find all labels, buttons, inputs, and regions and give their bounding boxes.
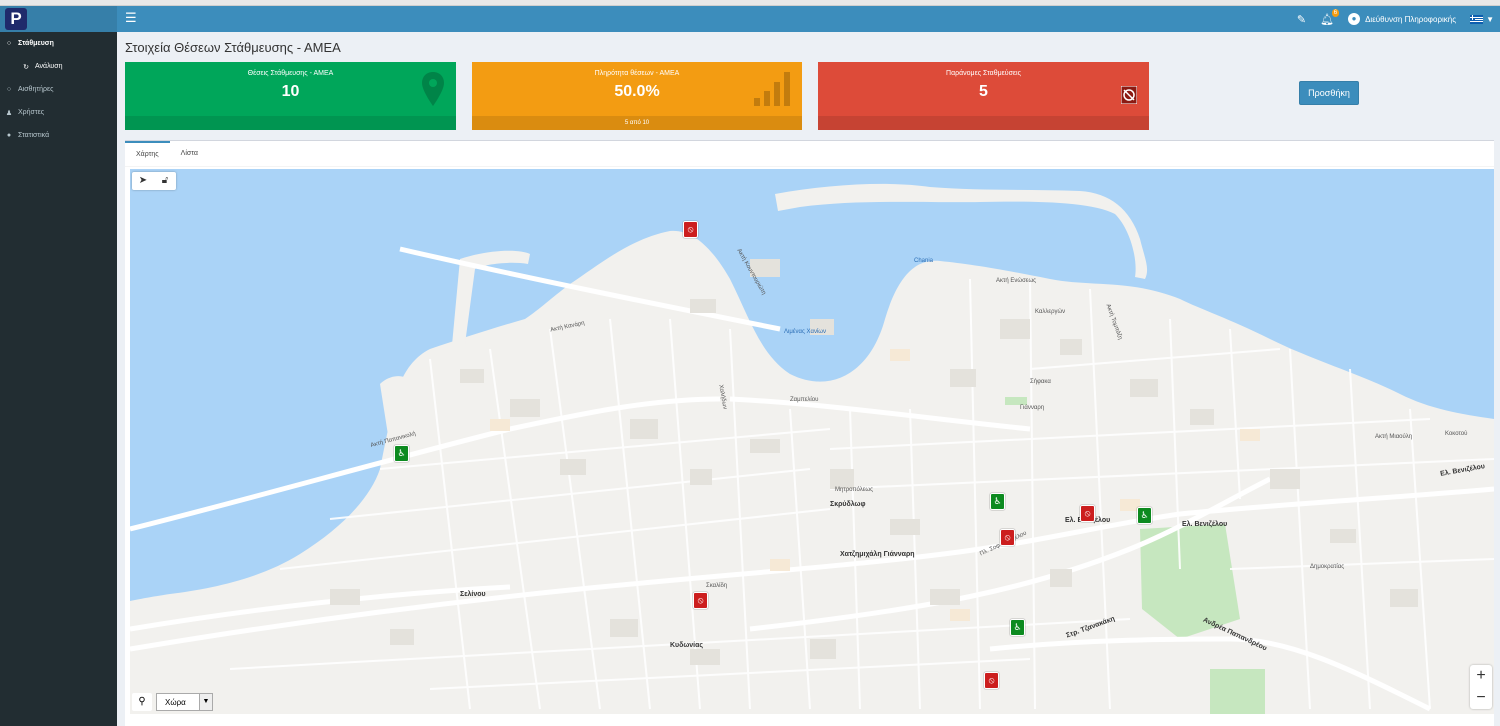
map-bottom-controls: ⚲ Χώρα ▼ (132, 693, 213, 711)
street-label: Ακτή Μιαούλη (1375, 434, 1413, 440)
refresh-icon: ↻ (23, 63, 29, 71)
stat-label: Παράνομες Σταθμεύσεις (946, 70, 1021, 77)
sidebar-item-label: Ανάλυση (35, 63, 63, 70)
free-parking-marker[interactable]: ♿︎ (990, 493, 1005, 510)
sidebar-item-label: Αισθητήρες (18, 86, 54, 93)
sidebar-item-parking[interactable]: ○ Στάθμευση (0, 32, 117, 55)
street-label: Ακτή Ενώσεως (996, 278, 1037, 284)
map-base (130, 169, 1494, 714)
page-title: Στοιχεία Θέσεων Στάθμευσης - ΑΜΕΑ (125, 40, 341, 55)
flag-icon (1470, 14, 1484, 24)
notifications-button[interactable]: 🔔︎ 6 (1320, 8, 1340, 26)
sidebar: ○ Στάθμευση ↻ Ανάλυση ○ Αισθητήρες ♟ Χρή… (0, 32, 117, 726)
illegal-parking-marker[interactable]: ⦸ (693, 592, 708, 609)
street-label: Σελίνου (460, 591, 486, 598)
circle-icon: ○ (6, 40, 12, 47)
region-select-value: Χώρα (165, 697, 186, 707)
sidebar-item-label: Στάθμευση (18, 40, 54, 47)
eraser-icon[interactable]: ✎ (1297, 13, 1306, 26)
stat-footer (818, 116, 1149, 130)
stat-label: Θέσεις Στάθμευσης - ΑΜΕΑ (247, 70, 334, 77)
locate-arrow-icon[interactable]: ➤ (132, 172, 154, 190)
harbor-label: Λιμένας Χανίων (784, 329, 826, 335)
user-icon: ♟ (5, 109, 13, 117)
top-navbar: ☰ ✎ 🔔︎ 6 ● Διεύθυνση Πληροφορικής ▼ (117, 6, 1500, 32)
map-marker-icon (422, 72, 444, 106)
street-label: Ζαμπελίου (790, 397, 819, 403)
poi-chania-label: Chania (914, 258, 934, 264)
free-parking-marker[interactable]: ♿︎ (394, 445, 409, 462)
stat-label: Πληρότητα θέσεων - ΑΜΕΑ (594, 70, 680, 77)
unlock-icon[interactable]: 🔓︎ (154, 172, 176, 190)
circle-icon: ○ (6, 86, 12, 93)
user-menu[interactable]: ● Διεύθυνση Πληροφορικής (1348, 13, 1456, 25)
stat-value: 10 (281, 83, 300, 100)
street-label: Σήφακα (1030, 379, 1051, 385)
signal-bars-icon (754, 72, 790, 106)
map-toolbar: ➤ 🔓︎ (132, 172, 176, 190)
street-label: Κοκοτού (1445, 431, 1468, 437)
street-label: Καλλεργών (1035, 309, 1066, 315)
sidebar-item-label: Χρήστες (18, 109, 45, 116)
chevron-down-icon: ▼ (199, 694, 212, 710)
illegal-parking-marker[interactable]: ⦸ (1080, 505, 1095, 522)
illegal-parking-marker[interactable]: ⦸ (683, 221, 698, 238)
caret-down-icon: ▼ (1486, 14, 1494, 24)
free-parking-marker[interactable]: ♿︎ (1137, 507, 1152, 524)
sidebar-item-statistics[interactable]: ● Στατιστικά (0, 124, 117, 147)
street-label: Δημοκρατίας (1310, 564, 1345, 570)
map-canvas[interactable]: Λιμένας Χανίων Chania Ακτή Κουντουριώτη … (130, 169, 1494, 714)
stat-box-spaces: Θέσεις Στάθμευσης - ΑΜΕΑ 10 (125, 62, 456, 130)
user-name: Διεύθυνση Πληροφορικής (1365, 14, 1457, 24)
stat-value: 50.0% (614, 83, 660, 100)
illegal-parking-marker[interactable]: ⦸ (1000, 529, 1015, 546)
add-button[interactable]: Προσθήκη (1299, 81, 1359, 105)
region-select[interactable]: Χώρα ▼ (156, 693, 213, 711)
stat-box-illegal: Παράνομες Σταθμεύσεις 5 (818, 62, 1149, 130)
street-label: Χατζημιχάλη Γιάνναρη (840, 551, 915, 558)
magnifier-icon[interactable]: ⚲ (132, 693, 152, 711)
sidebar-item-users[interactable]: ♟ Χρήστες (0, 101, 117, 124)
street-label: Μητροπόλεως (835, 487, 873, 493)
stat-value: 5 (979, 83, 988, 100)
notification-badge: 6 (1331, 8, 1340, 17)
stat-footer (125, 116, 456, 130)
zoom-in-button[interactable]: + (1470, 665, 1492, 687)
street-label: Κυδωνίας (670, 642, 704, 649)
zoom-control: + − (1470, 665, 1492, 709)
street-label: Σκαλίδη (706, 583, 728, 589)
tab-map[interactable]: Χάρτης (125, 141, 170, 166)
sidebar-item-label: Στατιστικά (18, 132, 50, 139)
zoom-out-button[interactable]: − (1470, 687, 1492, 709)
street-label: Σκρύδλωφ (830, 501, 866, 508)
sidebar-item-analysis[interactable]: ↻ Ανάλυση (0, 55, 117, 78)
logo-icon: P (5, 8, 27, 30)
no-parking-icon (1121, 86, 1137, 104)
street-label: Γιάνναρη (1020, 405, 1045, 411)
user-avatar-icon: ● (1348, 13, 1361, 25)
sidebar-item-sensors[interactable]: ○ Αισθητήρες (0, 78, 117, 101)
hamburger-icon[interactable]: ☰ (125, 10, 137, 26)
illegal-parking-marker[interactable]: ⦸ (984, 672, 999, 689)
stat-footer: 5 από 10 (472, 116, 802, 130)
language-flag-icon[interactable]: ▼ (1470, 14, 1494, 24)
stat-box-occupancy: Πληρότητα θέσεων - ΑΜΕΑ 50.0% 5 από 10 (472, 62, 802, 130)
tab-list[interactable]: Λίστα (170, 141, 209, 166)
free-parking-marker[interactable]: ♿︎ (1010, 619, 1025, 636)
navbar-right: ✎ 🔔︎ 6 ● Διεύθυνση Πληροφορικής ▼ (1297, 6, 1494, 32)
street-label: Ελ. Βενιζέλου (1182, 521, 1228, 528)
tab-bar: Χάρτης Λίστα (125, 141, 1494, 167)
tabs-panel: Χάρτης Λίστα Λιμένας Χανίων Chania Ακτή … (125, 140, 1494, 726)
app-logo[interactable]: P (0, 6, 117, 32)
globe-icon: ● (6, 132, 12, 139)
